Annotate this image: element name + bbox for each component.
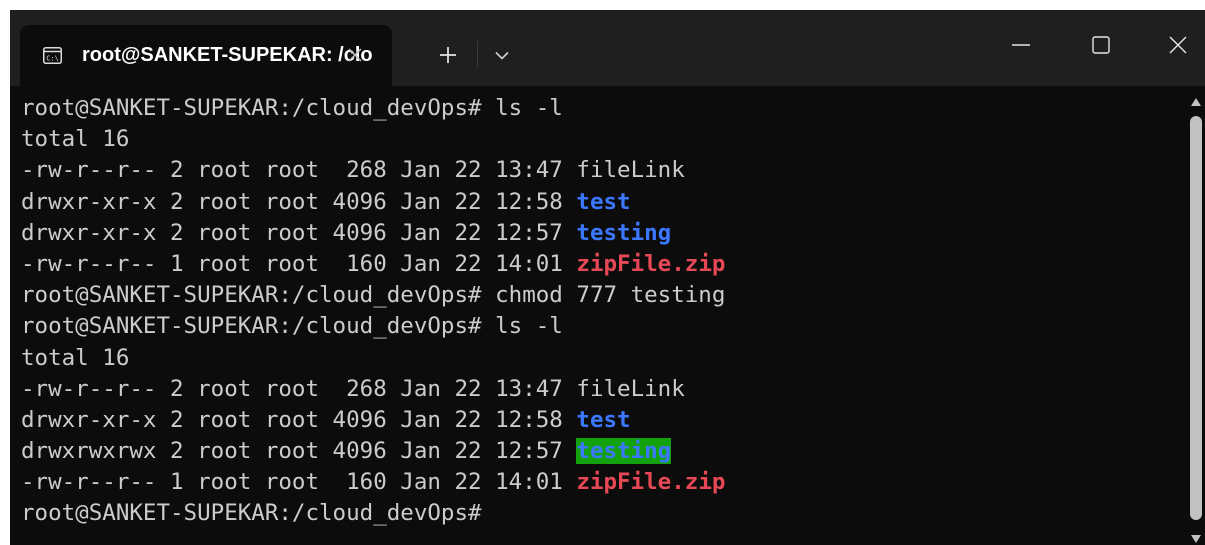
scrollbar[interactable] [1187,86,1205,545]
terminal-line: drwxrwxrwx 2 root root 4096 Jan 22 12:57… [21,436,725,467]
terminal-line: total 16 [21,124,725,155]
title-bar: C:\ root@SANKET-SUPEKAR: /clo [10,10,1205,86]
terminal-line: -rw-r--r-- 2 root root 268 Jan 22 13:47 … [21,155,725,186]
minimize-icon[interactable] [993,22,1049,68]
svg-text:C:\: C:\ [46,55,59,63]
terminal-line: root@SANKET-SUPEKAR:/cloud_devOps# [21,498,725,529]
terminal-line: -rw-r--r-- 2 root root 268 Jan 22 13:47 … [21,374,725,405]
terminal-text: root@SANKET-SUPEKAR:/cloud_devOps# chmod… [21,282,726,309]
close-icon[interactable] [1150,22,1205,68]
terminal-text: -rw-r--r-- 2 root root 268 Jan 22 13:47 [21,157,577,184]
terminal-text: testing [576,219,672,246]
terminal-text: total 16 [21,344,130,371]
scroll-up-arrow-icon[interactable] [1190,94,1202,106]
terminal-text: drwxr-xr-x 2 root root 4096 Jan 22 12:58 [21,188,577,215]
terminal-text: drwxr-xr-x 2 root root 4096 Jan 22 12:58 [21,406,577,433]
terminal-icon: C:\ [43,47,62,64]
terminal-text: test [576,406,631,433]
terminal-text: zipFile.zip [576,469,726,496]
terminal-output[interactable]: root@SANKET-SUPEKAR:/cloud_devOps# ls -l… [10,86,1187,545]
terminal-line: drwxr-xr-x 2 root root 4096 Jan 22 12:58… [21,187,725,218]
terminal-line: drwxr-xr-x 2 root root 4096 Jan 22 12:57… [21,218,725,249]
tab-title: root@SANKET-SUPEKAR: /clo [82,44,373,66]
plus-icon[interactable] [433,40,463,70]
close-icon[interactable] [342,42,368,68]
terminal-text: root@SANKET-SUPEKAR:/cloud_devOps# ls -l [21,313,563,340]
terminal-line: -rw-r--r-- 1 root root 160 Jan 22 14:01 … [21,467,725,498]
terminal-text: drwxrwxrwx 2 root root 4096 Jan 22 12:57 [21,438,577,465]
terminal-line: root@SANKET-SUPEKAR:/cloud_devOps# ls -l [21,311,725,342]
terminal-text: total 16 [21,126,130,153]
terminal-line: drwxr-xr-x 2 root root 4096 Jan 22 12:58… [21,405,725,436]
terminal-line: root@SANKET-SUPEKAR:/cloud_devOps# ls -l [21,93,725,124]
maximize-icon[interactable] [1073,22,1129,68]
terminal-text: testing [576,438,672,465]
terminal-line: -rw-r--r-- 1 root root 160 Jan 22 14:01 … [21,249,725,280]
terminal-text: fileLink [576,157,685,184]
terminal-text: root@SANKET-SUPEKAR:/cloud_devOps# ls -l [21,95,563,121]
tab-terminal[interactable]: C:\ root@SANKET-SUPEKAR: /clo [20,25,392,86]
terminal-text: test [576,188,631,215]
scroll-down-arrow-icon[interactable] [1190,531,1202,543]
terminal-line: root@SANKET-SUPEKAR:/cloud_devOps# chmod… [21,280,725,311]
terminal-text: -rw-r--r-- 2 root root 268 Jan 22 13:47 [21,375,577,402]
scroll-thumb[interactable] [1190,116,1202,520]
terminal-text: -rw-r--r-- 1 root root 160 Jan 22 14:01 [21,250,577,277]
terminal-lines: root@SANKET-SUPEKAR:/cloud_devOps# ls -l… [21,93,725,530]
terminal-text: zipFile.zip [576,250,726,277]
terminal-text: root@SANKET-SUPEKAR:/cloud_devOps# [21,500,482,527]
terminal-window: C:\ root@SANKET-SUPEKAR: /clo root@SANKE… [10,10,1205,545]
terminal-text: -rw-r--r-- 1 root root 160 Jan 22 14:01 [21,469,577,496]
terminal-text: drwxr-xr-x 2 root root 4096 Jan 22 12:57 [21,219,577,246]
terminal-text: fileLink [576,375,685,402]
terminal-line: total 16 [21,343,725,374]
chevron-down-icon[interactable] [489,42,515,68]
tab-divider [477,41,478,67]
